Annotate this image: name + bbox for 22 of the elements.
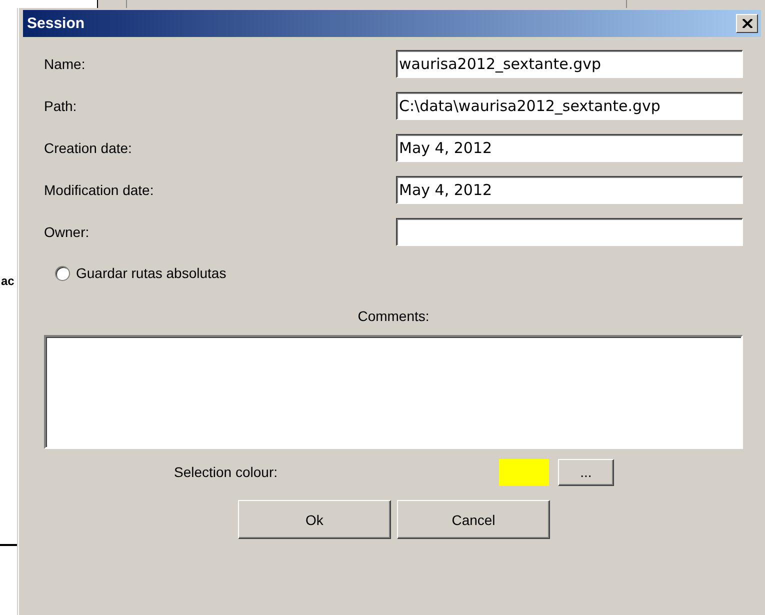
input-field[interactable]: May 4, 2012 — [396, 134, 743, 162]
radio-label: Guardar rutas absolutas — [76, 265, 226, 281]
ok-button[interactable]: Ok — [238, 500, 391, 539]
field-label: Path: — [44, 98, 78, 114]
comments-field[interactable] — [44, 335, 743, 449]
background-text: ac — [1, 274, 14, 288]
input-field[interactable]: C:\data\waurisa2012_sextante.gvp — [396, 92, 743, 120]
radio-button[interactable] — [55, 266, 70, 280]
comments-label: Comments: — [358, 308, 430, 324]
close-button[interactable] — [736, 14, 758, 33]
field-label: Owner: — [44, 224, 90, 240]
colour-picker-button[interactable]: ... — [558, 458, 614, 486]
field-label: Name: — [44, 56, 86, 72]
cancel-button[interactable]: Cancel — [397, 500, 550, 539]
input-field[interactable] — [396, 218, 743, 246]
input-field[interactable]: May 4, 2012 — [396, 176, 743, 204]
field-label: Creation date: — [44, 140, 133, 156]
window-title: Session — [27, 15, 86, 32]
input-field[interactable]: waurisa2012_sextante.gvp — [396, 50, 743, 78]
field-label: Modification date: — [44, 182, 155, 198]
close-icon — [742, 19, 752, 28]
selection-colour-label: Selection colour: — [174, 464, 279, 480]
